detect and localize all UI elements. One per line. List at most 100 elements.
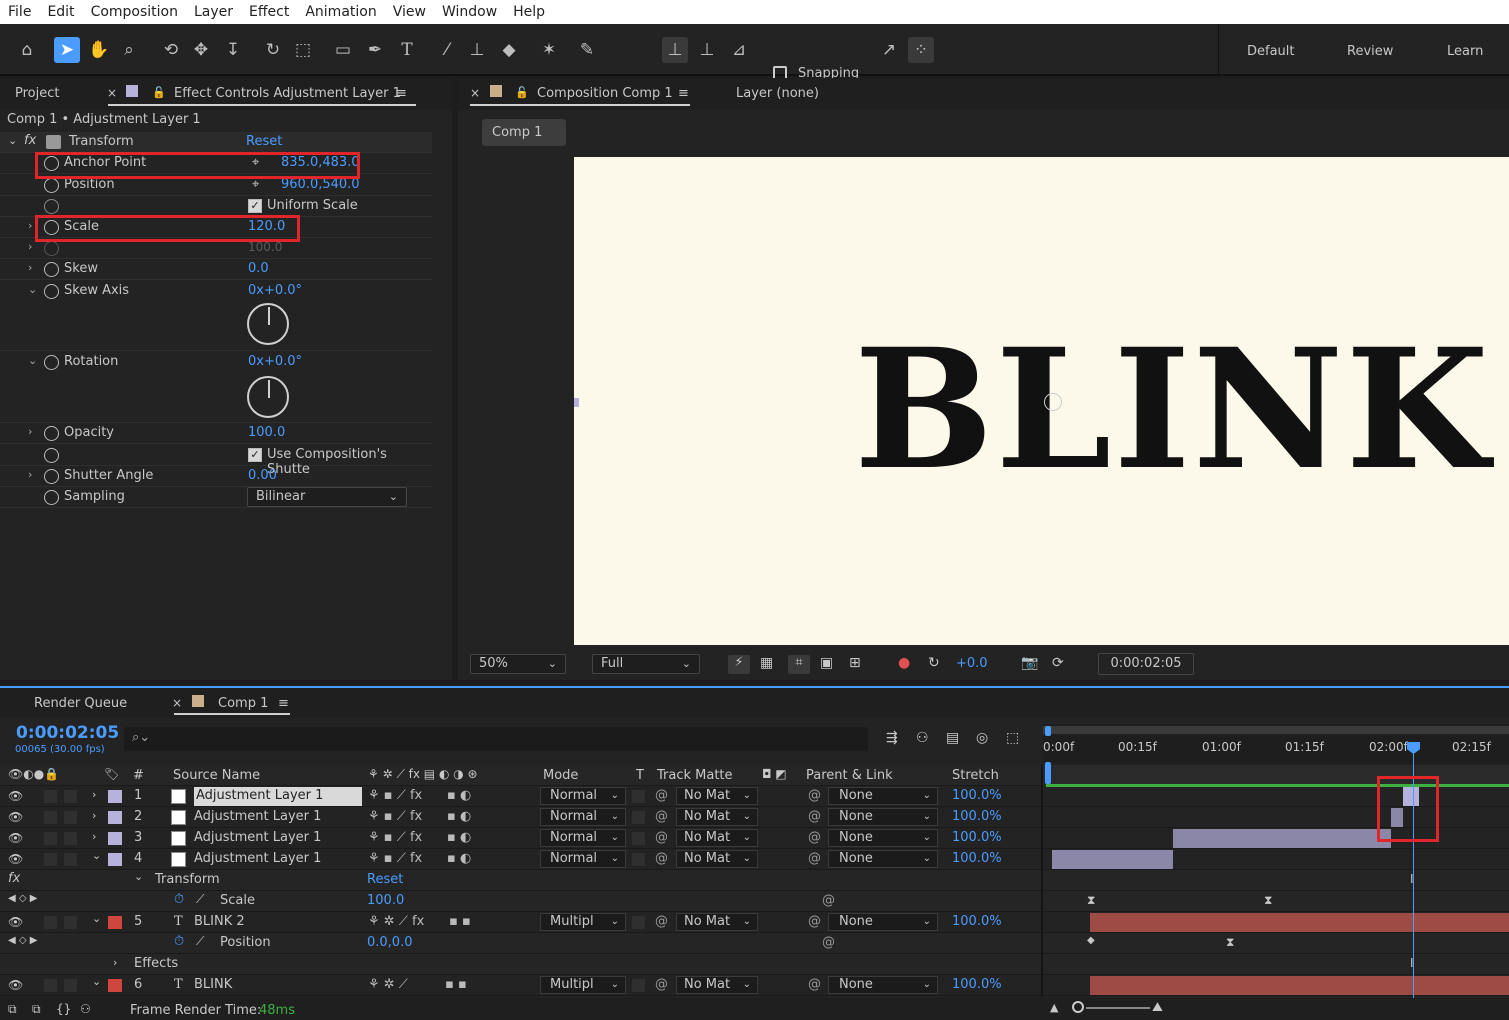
track-matte-dropdown[interactable]: No Mat ⌄: [676, 976, 758, 994]
preserve-transparency-switch[interactable]: [632, 811, 645, 824]
view-axis-icon[interactable]: ⊿: [726, 37, 752, 63]
transparency-grid-icon[interactable]: ▦: [760, 655, 773, 671]
layer-row-3[interactable]: 👁 › 3 Adjustment Layer 1 ⚘ ▪ ⟋ fx ▪ ◐ No…: [0, 828, 1509, 849]
hand-tool-icon[interactable]: ✋: [86, 37, 112, 63]
solo-switch[interactable]: [44, 916, 57, 929]
anchor-point-crosshair-icon[interactable]: [1044, 393, 1062, 411]
chevron-down-icon[interactable]: ⌄: [134, 870, 143, 883]
column-source-name[interactable]: Source Name: [173, 768, 260, 783]
transform-reset-link[interactable]: Reset: [367, 872, 403, 887]
layer-row-5[interactable]: 👁 ⌄ 5 T BLINK 2 ⚘ ✲ ⟋ fx ▪ ▪ Multipl ⌄ @ …: [0, 912, 1509, 933]
preserve-transparency-switch[interactable]: [632, 790, 645, 803]
parent-pick-whip-icon[interactable]: @: [808, 809, 821, 824]
chevron-right-icon[interactable]: ›: [28, 468, 32, 481]
stopwatch-icon[interactable]: ⏱: [174, 892, 184, 907]
pick-whip-icon[interactable]: @: [655, 914, 668, 929]
track-matte-dropdown[interactable]: No Mat ⌄: [676, 808, 758, 826]
track-matte-dropdown[interactable]: No Mat ⌄: [676, 829, 758, 847]
tab-comp-1[interactable]: Comp 1: [218, 696, 268, 711]
layer-label-color[interactable]: [108, 832, 122, 845]
mode-dropdown[interactable]: Normal ⌄: [540, 808, 626, 826]
lock-switch[interactable]: [64, 853, 77, 866]
chevron-right-icon[interactable]: ›: [28, 219, 32, 232]
rotation-dial[interactable]: [247, 376, 289, 418]
layer-label-color[interactable]: [108, 916, 122, 929]
keyframe-navigator-icon[interactable]: ◀ ◇ ▶: [8, 893, 37, 904]
snap-grid-icon[interactable]: ⁘: [908, 37, 934, 63]
position-value[interactable]: 960.0,540.0: [281, 177, 360, 192]
zoom-slider-track[interactable]: [1086, 1007, 1150, 1009]
effects-group-row[interactable]: › Effects I: [0, 954, 1509, 975]
exposure-value[interactable]: +0.0: [956, 656, 988, 671]
eye-icon[interactable]: 👁: [8, 915, 23, 929]
chevron-right-icon[interactable]: ›: [28, 240, 32, 253]
fx-icon[interactable]: fx: [8, 871, 20, 886]
parent-dropdown[interactable]: None ⌄: [828, 976, 938, 994]
stretch-value[interactable]: 100.0%: [952, 914, 1002, 929]
effect-reset-link[interactable]: Reset: [246, 134, 282, 149]
parent-pick-whip-icon[interactable]: @: [808, 830, 821, 845]
parent-pick-whip-icon[interactable]: @: [808, 788, 821, 803]
pick-whip-icon[interactable]: @: [655, 809, 668, 824]
modes-toggle-icon[interactable]: ⧉: [32, 1002, 41, 1017]
pen-tool-icon[interactable]: ✒: [362, 37, 388, 63]
skew-axis-value[interactable]: 0x+0.0°: [248, 283, 302, 298]
workspace-learn[interactable]: Learn: [1447, 44, 1483, 59]
work-area-start-handle[interactable]: [1045, 762, 1051, 784]
rectangle-tool-icon[interactable]: ▭: [330, 37, 356, 63]
solo-switch[interactable]: [44, 979, 57, 992]
clone-stamp-tool-icon[interactable]: ⊥: [464, 37, 490, 63]
parent-dropdown[interactable]: None ⌄: [828, 913, 938, 931]
parent-pick-whip-icon[interactable]: @: [808, 851, 821, 866]
skew-axis-dial[interactable]: [247, 303, 289, 345]
keyframe-navigator-icon[interactable]: ◀ ◇ ▶: [8, 935, 37, 946]
scale-property-value[interactable]: 100.0: [367, 893, 404, 908]
viewer-timecode[interactable]: 0:00:02:05: [1098, 653, 1194, 675]
layer-label-color[interactable]: [108, 853, 122, 866]
pick-whip-icon[interactable]: @: [655, 788, 668, 803]
chevron-down-icon[interactable]: ⌄: [92, 975, 101, 988]
keyframe-easy-ease-icon[interactable]: ⧗: [1264, 893, 1272, 908]
preserve-transparency-switch[interactable]: [632, 853, 645, 866]
zoom-in-icon[interactable]: ⛰: [1152, 1000, 1163, 1015]
rotation-value[interactable]: 0x+0.0°: [248, 354, 302, 369]
stopwatch-icon[interactable]: [44, 262, 59, 277]
zoom-slider-handle[interactable]: [1072, 1001, 1084, 1013]
chevron-down-icon[interactable]: ⌄: [8, 134, 17, 147]
menu-window[interactable]: Window: [434, 4, 505, 20]
workspace-review[interactable]: Review: [1347, 44, 1393, 59]
rotation-tool-icon[interactable]: ↻: [260, 37, 286, 63]
crosshair-icon[interactable]: ⌖: [252, 177, 259, 192]
channel-icon[interactable]: ●: [898, 655, 910, 671]
track-matte-dropdown[interactable]: No Mat ⌄: [676, 850, 758, 868]
graph-icon[interactable]: ⟋: [196, 892, 204, 907]
color-management-icon[interactable]: ↻: [928, 655, 940, 671]
frame-blending-icon[interactable]: ▤: [946, 730, 959, 746]
render-time-toggle-icon[interactable]: ⚇: [80, 1002, 91, 1016]
eye-icon[interactable]: 👁: [8, 852, 23, 866]
layer-switches-icon[interactable]: ⚘ ▪ ⟋ fx ▪ ◐: [368, 851, 471, 866]
mode-dropdown[interactable]: Multipl ⌄: [540, 976, 626, 994]
layer-duration-bar[interactable]: [1052, 850, 1173, 869]
dolly-camera-icon[interactable]: ↧: [220, 37, 246, 63]
layer-row-1[interactable]: 👁 › 1 Adjustment Layer 1 ⚘ ▪ ⟋ fx ▪ ◐ No…: [0, 786, 1509, 807]
layer-name[interactable]: Adjustment Layer 1: [194, 809, 321, 824]
chevron-down-icon[interactable]: ⌄: [28, 354, 37, 367]
stopwatch-icon[interactable]: [44, 178, 59, 193]
pick-whip-icon[interactable]: @: [655, 851, 668, 866]
layer-row-6[interactable]: 👁 ⌄ 6 T BLINK ⚘ ✲ ⟋ ▪ ▪ Multipl ⌄ @ No Ma…: [0, 975, 1509, 996]
graph-editor-icon[interactable]: ⬚: [1006, 730, 1019, 746]
mode-dropdown[interactable]: Multipl ⌄: [540, 913, 626, 931]
timeline-search-input[interactable]: ⌕⌄: [124, 727, 868, 751]
tab-composition[interactable]: Composition Comp 1: [537, 86, 673, 101]
tab-render-queue[interactable]: Render Queue: [34, 696, 127, 711]
menu-edit[interactable]: Edit: [39, 4, 82, 20]
parent-dropdown[interactable]: None ⌄: [828, 808, 938, 826]
lock-icon[interactable]: 🔓: [515, 86, 529, 99]
grid-guides-icon[interactable]: ⊞: [849, 655, 861, 671]
tab-effect-controls[interactable]: Effect Controls Adjustment Layer 1: [174, 86, 401, 101]
pick-whip-icon[interactable]: @: [655, 830, 668, 845]
orbit-camera-icon[interactable]: ⟲: [158, 37, 184, 63]
workspace-default[interactable]: Default: [1247, 44, 1295, 59]
brush-tool-icon[interactable]: ⁄: [434, 37, 460, 63]
